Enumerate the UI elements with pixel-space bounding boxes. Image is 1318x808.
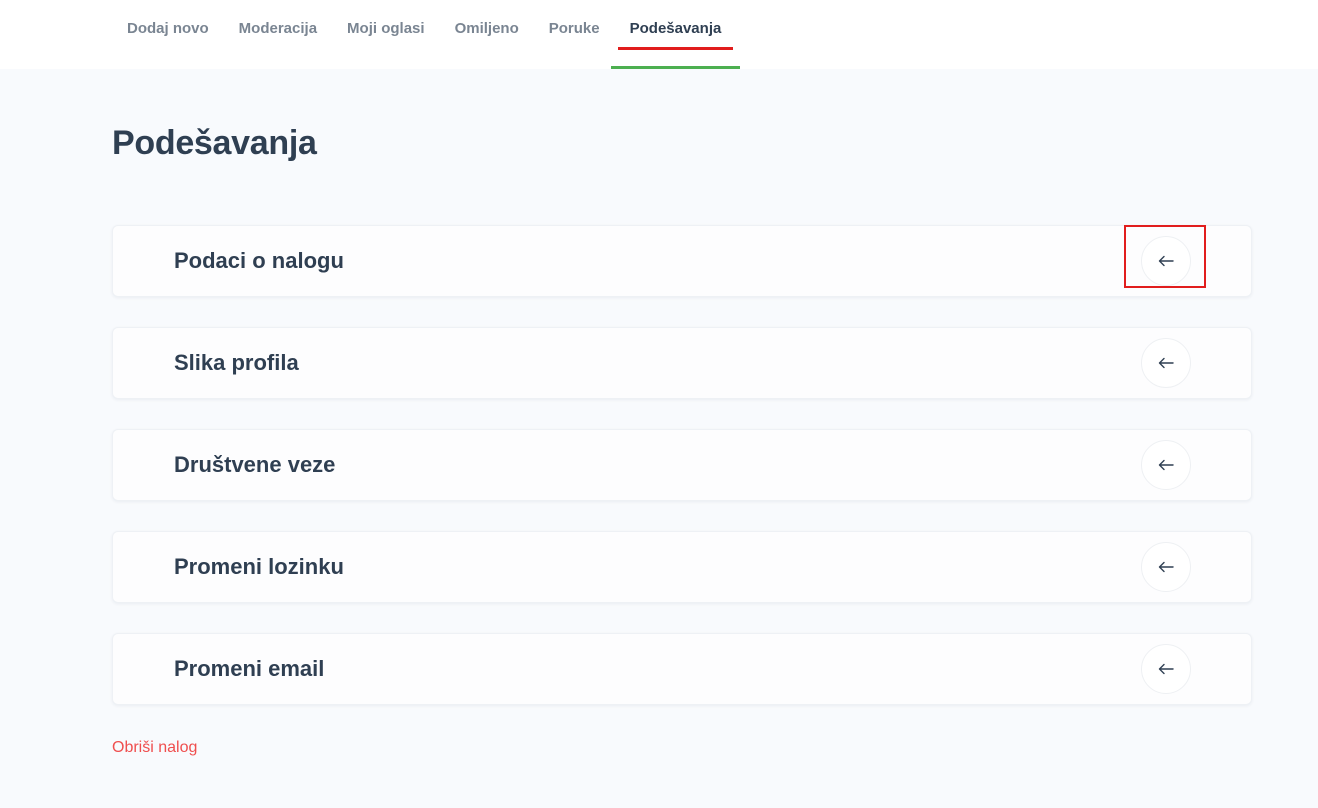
active-tab-indicator <box>610 66 741 69</box>
tab-podesavanja[interactable]: Podešavanja <box>610 0 741 69</box>
arrow-left-icon <box>1158 357 1174 369</box>
page-title: Podešavanja <box>112 124 317 162</box>
arrow-left-icon <box>1158 663 1174 675</box>
settings-item-label: Slika profila <box>174 350 299 375</box>
tab-moderacija[interactable]: Moderacija <box>224 0 332 69</box>
expand-button[interactable] <box>1141 440 1191 490</box>
settings-item-promeni-lozinku[interactable]: Promeni lozinku <box>112 531 1252 603</box>
settings-item-drustvene-veze[interactable]: Društvene veze <box>112 429 1252 501</box>
tab-moji-oglasi[interactable]: Moji oglasi <box>332 0 440 69</box>
delete-account-link[interactable]: Obriši nalog <box>112 739 197 757</box>
settings-item-label: Promeni lozinku <box>174 554 344 579</box>
tab-poruke[interactable]: Poruke <box>534 0 615 69</box>
arrow-left-icon <box>1158 561 1174 573</box>
expand-button[interactable] <box>1141 542 1191 592</box>
expand-button[interactable] <box>1141 236 1191 286</box>
expand-button[interactable] <box>1141 644 1191 694</box>
tab-omiljeno[interactable]: Omiljeno <box>440 0 534 69</box>
settings-item-label: Podaci o nalogu <box>174 248 344 273</box>
nav-tabs: Dodaj novo Moderacija Moji oglasi Omilje… <box>112 0 741 69</box>
arrow-left-icon <box>1158 255 1174 267</box>
tab-label: Poruke <box>548 20 600 37</box>
tab-label: Omiljeno <box>454 20 519 37</box>
arrow-left-icon <box>1158 459 1174 471</box>
tab-label: Moji oglasi <box>347 20 425 37</box>
expand-button[interactable] <box>1141 338 1191 388</box>
top-navigation: Dodaj novo Moderacija Moji oglasi Omilje… <box>0 0 1318 69</box>
tab-label: Podešavanja <box>629 20 722 37</box>
tab-dodaj-novo[interactable]: Dodaj novo <box>112 0 224 69</box>
settings-item-podaci-o-nalogu[interactable]: Podaci o nalogu <box>112 225 1252 297</box>
settings-item-promeni-email[interactable]: Promeni email <box>112 633 1252 705</box>
tab-label: Dodaj novo <box>127 20 209 37</box>
tab-label: Moderacija <box>238 20 318 37</box>
settings-item-label: Društvene veze <box>174 452 336 477</box>
active-tab-highlight <box>617 47 734 50</box>
settings-item-slika-profila[interactable]: Slika profila <box>112 327 1252 399</box>
settings-list: Podaci o nalogu Slika profila Društvene … <box>112 225 1252 735</box>
settings-item-label: Promeni email <box>174 656 325 681</box>
